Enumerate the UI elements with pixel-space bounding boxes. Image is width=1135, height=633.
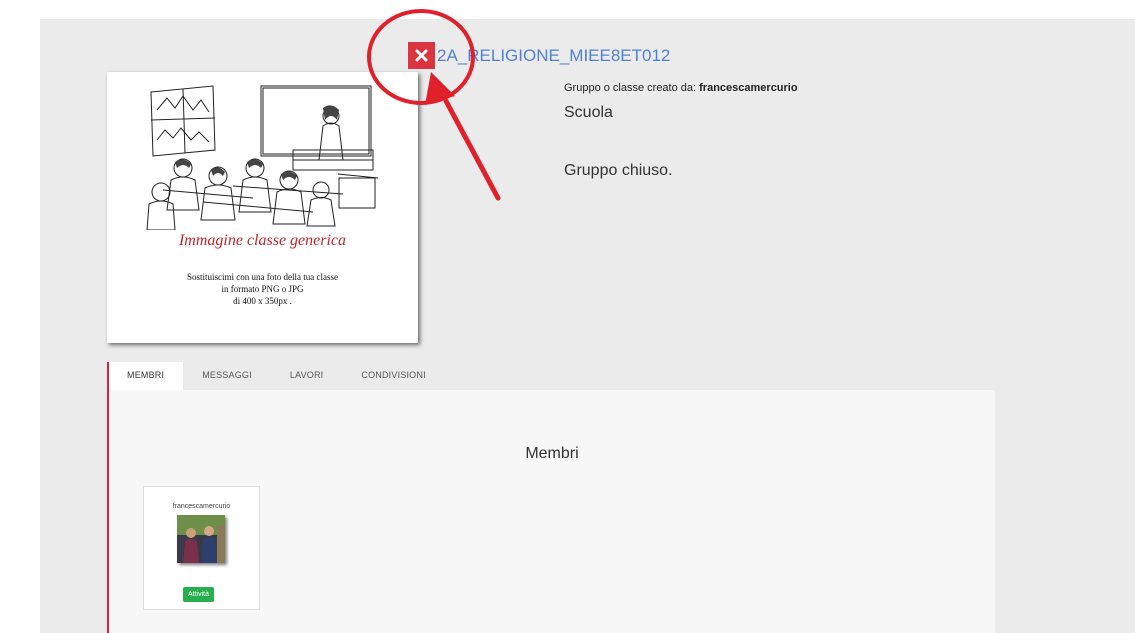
tab-bar: MEMBRI MESSAGGI LAVORI CONDIVISIONI [109,362,445,390]
created-by: Gruppo o classe creato da: francescamerc… [564,82,798,94]
image-subtext-line: di 400 x 350px . [233,296,292,306]
classroom-illustration [146,85,379,230]
tab-condivisioni[interactable]: CONDIVISIONI [342,362,444,390]
created-by-label: Gruppo o classe creato da: [564,82,697,94]
school-label: Scuola [564,104,613,121]
delete-group-button[interactable] [408,42,435,69]
group-status: Gruppo chiuso. [564,162,673,179]
image-caption: Immagine classe generica [178,232,347,249]
image-subtext-line: in formato PNG o JPG [221,284,304,294]
member-photo [177,515,225,563]
avatar[interactable] [177,515,225,563]
member-card: francescamercurio Attività [143,486,260,610]
tab-messaggi[interactable]: MESSAGGI [183,362,271,390]
close-icon [415,49,428,62]
section-accent-border [107,362,109,633]
tab-membri[interactable]: MEMBRI [109,362,184,390]
created-by-user: francescamercurio [699,82,798,94]
image-subtext-line: Sostituiscimi con una foto della tua cla… [187,272,338,282]
member-name: francescamercurio [172,503,231,510]
tab-lavori[interactable]: LAVORI [271,362,343,390]
image-subtext: Sostituiscimi con una foto della tua cla… [107,271,418,307]
group-title-link[interactable]: 2A_RELIGIONE_MIEE8ET012 [437,46,670,66]
class-image: Immagine classe generica Sostituiscimi c… [107,72,418,343]
activity-button[interactable]: Attività [183,587,215,602]
members-heading: Membri [525,445,579,462]
